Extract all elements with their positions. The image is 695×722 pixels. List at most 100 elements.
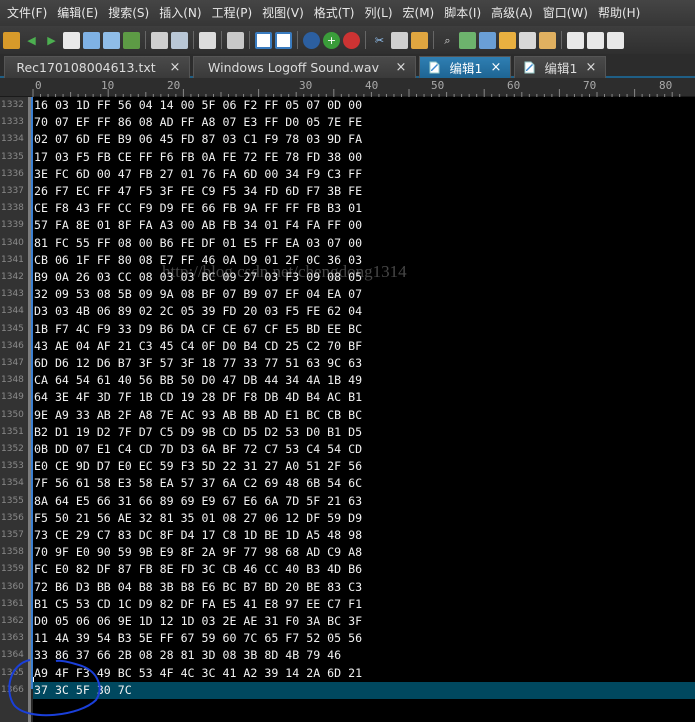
line-number: 1360 bbox=[1, 581, 24, 592]
open-folder2-icon[interactable] bbox=[103, 31, 120, 49]
code-line[interactable]: 1B F7 4C F9 33 D9 B6 DA CF CE 67 CF E5 B… bbox=[33, 321, 695, 338]
menu-column[interactable]: 列(L) bbox=[359, 0, 397, 26]
line-number: 1356 bbox=[1, 512, 24, 523]
tab-label: 编辑1 bbox=[449, 61, 483, 76]
code-line[interactable]: CA 64 54 61 40 56 BB 50 D0 47 DB 44 34 4… bbox=[33, 372, 695, 389]
menu-macro[interactable]: 宏(M) bbox=[398, 0, 440, 26]
code-line[interactable]: A9 4F F3 49 BC 53 4F 4C 3C 41 A2 39 14 2… bbox=[33, 665, 695, 682]
code-line[interactable]: D0 05 06 06 9E 1D 12 1D 03 2E AE 31 F0 3… bbox=[33, 613, 695, 630]
ruler-label-60: 60 bbox=[507, 79, 521, 92]
close-icon[interactable]: × bbox=[167, 60, 183, 75]
stop-icon[interactable] bbox=[343, 31, 360, 49]
menu-help[interactable]: 帮助(H) bbox=[593, 0, 645, 26]
line-number: 1347 bbox=[1, 358, 24, 368]
back-arrow-icon[interactable]: ◀ bbox=[23, 32, 40, 49]
copy-icon[interactable] bbox=[391, 31, 408, 49]
cascade-icon[interactable] bbox=[607, 31, 624, 49]
code-line[interactable]: 70 07 EF FF 86 08 AD FF A8 07 E3 FF D0 0… bbox=[33, 114, 695, 131]
hex-mode-icon[interactable] bbox=[275, 31, 292, 49]
code-line[interactable]: 57 FA 8E 01 8F FA A3 00 AB FB 34 01 F4 F… bbox=[33, 217, 695, 234]
gear-icon[interactable] bbox=[303, 31, 320, 49]
tab-label: Rec170108004613.txt bbox=[16, 60, 156, 75]
forward-arrow-icon[interactable]: ▶ bbox=[43, 32, 60, 49]
code-line[interactable]: 17 03 F5 FB CE FF F6 FB 0A FE 72 FE 78 F… bbox=[33, 149, 695, 166]
tab-edit1[interactable]: 编辑1 × bbox=[514, 56, 606, 78]
code-line[interactable]: E0 CE 9D D7 E0 EC 59 F3 5D 22 31 27 A0 5… bbox=[33, 458, 695, 475]
replace-icon[interactable] bbox=[479, 31, 496, 49]
code-line[interactable]: D3 03 4B 06 89 02 2C 05 39 FD 20 03 F5 F… bbox=[33, 303, 695, 320]
code-line[interactable]: 64 3E 4F 3D 7F 1B CD 19 28 DF F8 DB 4D B… bbox=[33, 389, 695, 406]
line-number: 1357 bbox=[1, 530, 24, 540]
code-line[interactable]: 0B DD 07 E1 C4 CD 7D D3 6A BF 72 C7 53 C… bbox=[33, 441, 695, 458]
tab-logoff-wav[interactable]: Windows Logoff Sound.wav × bbox=[193, 56, 416, 78]
line-number: 1342 bbox=[1, 272, 24, 282]
code-line[interactable]: 43 AE 04 AF 21 C3 45 C4 0F D0 B4 CD 25 C… bbox=[33, 338, 695, 355]
code-line[interactable]: 3E FC 6D 00 47 FB 27 01 76 FA 6D 00 34 F… bbox=[33, 166, 695, 183]
menu-advanced[interactable]: 高级(A) bbox=[486, 0, 538, 26]
code-line[interactable]: 02 07 6D FE B9 06 45 FD 87 03 C1 F9 78 0… bbox=[33, 131, 695, 148]
code-line[interactable]: 7F 56 61 58 E3 58 EA 57 37 6A C2 69 48 6… bbox=[33, 475, 695, 492]
close-icon[interactable]: × bbox=[393, 60, 409, 75]
tab-rec-txt[interactable]: Rec170108004613.txt × bbox=[4, 56, 190, 78]
code-line[interactable]: 81 FC 55 FF 08 00 B6 FE DF 01 E5 FF EA 0… bbox=[33, 235, 695, 252]
toolbar: ◀ ▶ + ✂ ⌕ bbox=[0, 26, 695, 54]
print-preview-icon[interactable] bbox=[171, 31, 188, 49]
text-editor-area[interactable]: 16 03 1D FF 56 04 14 00 5F 06 F2 FF 05 0… bbox=[33, 97, 695, 722]
code-line[interactable]: 8A 64 E5 66 31 66 89 69 E9 67 E6 6A 7D 5… bbox=[33, 493, 695, 510]
new-file-icon[interactable] bbox=[63, 31, 80, 49]
code-line[interactable]: FC E0 82 DF 87 FB 8E FD 3C CB 46 CC 40 B… bbox=[33, 561, 695, 578]
code-line[interactable]: 26 F7 EC FF 47 F5 3F FE C9 F5 34 FD 6D F… bbox=[33, 183, 695, 200]
code-line[interactable]: F5 50 21 56 AE 32 81 35 01 08 27 06 12 D… bbox=[33, 510, 695, 527]
code-line[interactable]: B1 C5 53 CD 1C D9 82 DF FA E5 41 E8 97 E… bbox=[33, 596, 695, 613]
open-file-icon[interactable] bbox=[83, 31, 100, 49]
column-mode-icon[interactable] bbox=[255, 31, 272, 49]
window-icon[interactable] bbox=[567, 31, 584, 49]
current-code-line[interactable]: 37 3C 5F 30 7C bbox=[33, 681, 695, 699]
line-number: 1338 bbox=[1, 203, 24, 214]
code-line[interactable]: 16 03 1D FF 56 04 14 00 5F 06 F2 FF 05 0… bbox=[33, 97, 695, 114]
code-line[interactable]: 11 4A 39 54 B3 5E FF 67 59 60 7C 65 F7 5… bbox=[33, 630, 695, 647]
code-line[interactable]: 9E A9 33 AB 2F A8 7E AC 93 AB BB AD E1 B… bbox=[33, 407, 695, 424]
menu-file[interactable]: 文件(F) bbox=[2, 0, 52, 26]
tab-label: Windows Logoff Sound.wav bbox=[208, 60, 379, 75]
script-icon[interactable] bbox=[539, 31, 556, 49]
tab-edit1-active[interactable]: 编辑1 × bbox=[419, 56, 511, 78]
menu-project[interactable]: 工程(P) bbox=[207, 0, 258, 26]
code-line[interactable]: 70 9F E0 90 59 9B E9 8F 2A 9F 77 98 68 A… bbox=[33, 544, 695, 561]
code-line[interactable]: 6D D6 12 D6 B7 3F 57 3F 18 77 33 77 51 6… bbox=[33, 355, 695, 372]
find-icon[interactable]: ⌕ bbox=[439, 32, 456, 49]
menu-window[interactable]: 窗口(W) bbox=[538, 0, 593, 26]
code-line[interactable]: 73 CE 29 C7 83 DC 8F D4 17 C8 1D BE 1D A… bbox=[33, 527, 695, 544]
word-wrap-icon[interactable] bbox=[227, 31, 244, 49]
save-icon[interactable] bbox=[123, 31, 140, 49]
code-line[interactable]: 72 B6 D3 BB 04 B8 3B B8 E6 BC B7 BD 20 B… bbox=[33, 579, 695, 596]
code-line[interactable]: CE F8 43 FF CC F9 D9 FE 66 FB 9A FF FF F… bbox=[33, 200, 695, 217]
bookmark-icon[interactable] bbox=[499, 31, 516, 49]
find-in-files-icon[interactable] bbox=[459, 31, 476, 49]
toolbar-separator bbox=[297, 31, 298, 49]
paste-icon[interactable] bbox=[411, 31, 428, 49]
tile-icon[interactable] bbox=[587, 31, 604, 49]
properties-icon[interactable] bbox=[199, 31, 216, 49]
print-icon[interactable] bbox=[151, 31, 168, 49]
menu-view[interactable]: 视图(V) bbox=[257, 0, 309, 26]
line-number: 1336 bbox=[1, 168, 24, 179]
menu-format[interactable]: 格式(T) bbox=[309, 0, 360, 26]
menu-search[interactable]: 搜索(S) bbox=[103, 0, 154, 26]
list-icon[interactable] bbox=[519, 31, 536, 49]
line-number: 1361 bbox=[1, 598, 24, 609]
ruler-label-70: 70 bbox=[583, 79, 597, 92]
close-icon[interactable]: × bbox=[488, 60, 504, 75]
code-line[interactable]: B2 D1 19 D2 7F D7 C5 D9 9B CD D5 D2 53 D… bbox=[33, 424, 695, 441]
menu-insert[interactable]: 插入(N) bbox=[154, 0, 206, 26]
close-icon[interactable]: × bbox=[583, 60, 599, 75]
line-number: 1344 bbox=[1, 306, 24, 317]
menu-script[interactable]: 脚本(I) bbox=[439, 0, 486, 26]
line-number: 1335 bbox=[1, 151, 24, 162]
menu-edit[interactable]: 编辑(E) bbox=[52, 0, 103, 26]
open-folder-icon[interactable] bbox=[3, 31, 20, 49]
code-line[interactable]: 33 86 37 66 2B 08 28 81 3D 08 3B 8D 4B 7… bbox=[33, 647, 695, 664]
cut-icon[interactable]: ✂ bbox=[371, 32, 388, 49]
code-line[interactable]: 32 09 53 08 5B 09 9A 08 BF 07 B9 07 EF 0… bbox=[33, 286, 695, 303]
add-icon[interactable]: + bbox=[323, 31, 340, 49]
